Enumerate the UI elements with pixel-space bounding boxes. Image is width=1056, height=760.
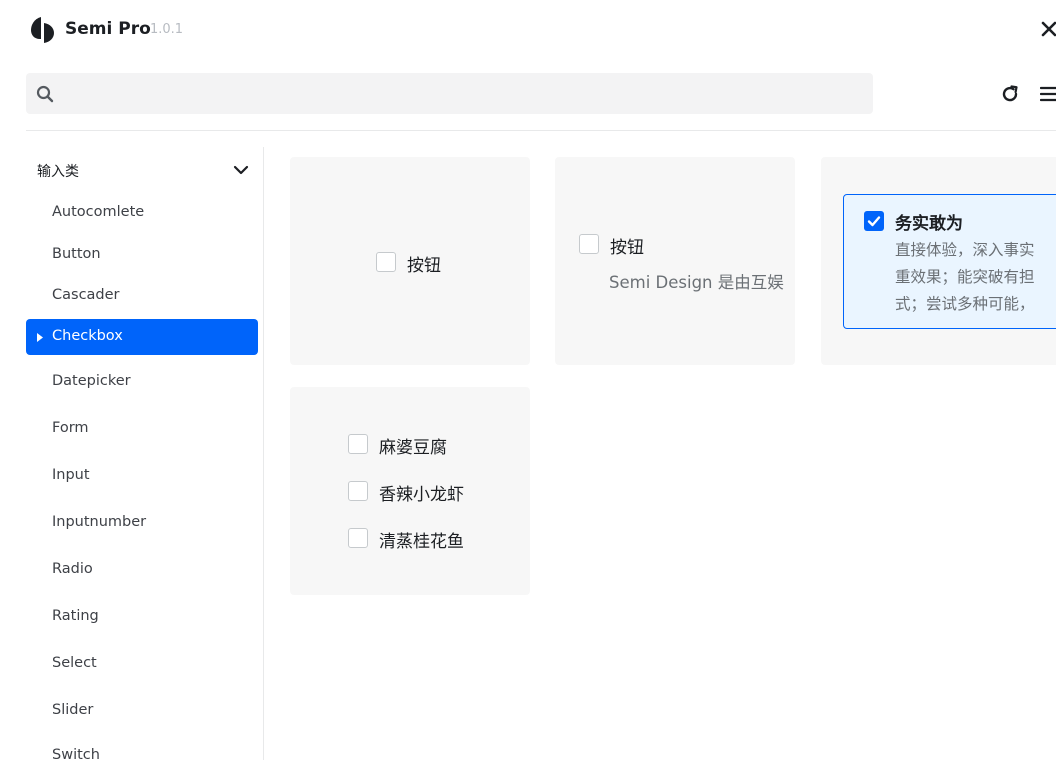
check-icon [867, 216, 881, 227]
checkbox-card-checked[interactable] [864, 211, 884, 231]
app-version: 1.0.1 [150, 22, 184, 37]
app-header: Semi Pro 1.0.1 [0, 0, 1056, 60]
sidebar-item-label: Slider [52, 702, 94, 718]
demo-card-group: 麻婆豆腐 香辣小龙虾 清蒸桂花鱼 [290, 387, 530, 595]
checkbox-group-option[interactable] [348, 481, 368, 501]
header-divider [26, 130, 1056, 131]
sidebar-item-radio[interactable]: Radio [26, 552, 258, 588]
app-name: Semi Pro [65, 19, 151, 39]
sidebar-item-label: Select [52, 655, 97, 671]
checkbox-with-description[interactable] [579, 234, 599, 254]
sidebar-item-autocomplete[interactable]: Autocomlete [26, 195, 258, 231]
checkbox-group-option-label[interactable]: 香辣小龙虾 [379, 480, 464, 505]
sidebar-item-label: Cascader [52, 287, 120, 303]
sidebar-item-cascader[interactable]: Cascader [26, 278, 258, 314]
sidebar-item-form[interactable]: Form [26, 411, 258, 447]
sidebar-item-datepicker[interactable]: Datepicker [26, 364, 258, 400]
sidebar-item-label: Autocomlete [52, 204, 145, 220]
chevron-down-icon[interactable] [232, 163, 250, 177]
menu-icon[interactable] [1040, 85, 1056, 103]
checkbox-basic-label[interactable]: 按钮 [407, 251, 441, 276]
sidebar-item-label: Input [52, 467, 90, 483]
sidebar-item-label: Checkbox [52, 328, 123, 344]
sidebar-item-rating[interactable]: Rating [26, 599, 258, 635]
demo-card-card-style-bg: 务实敢为 直接体验，深入事实 重效果；能突破有担 式；尝试多种可能， [821, 157, 1056, 365]
sidebar-item-label: Button [52, 246, 101, 262]
sidebar-item-slider[interactable]: Slider [26, 693, 258, 729]
checkbox-card-desc-line: 式；尝试多种可能， [895, 295, 1035, 313]
sidebar-item-label: Form [52, 420, 89, 436]
sidebar-item-input[interactable]: Input [26, 458, 258, 494]
sidebar-item-switch[interactable]: Switch [26, 738, 258, 760]
sidebar-item-label: Datepicker [52, 373, 131, 389]
sidebar-group-title: 输入类 [37, 164, 79, 180]
caret-right-icon [37, 333, 43, 342]
checkbox-group-option[interactable] [348, 434, 368, 454]
refresh-icon[interactable] [1000, 84, 1020, 104]
sidebar-item-button[interactable]: Button [26, 237, 258, 273]
checkbox-group-option-label[interactable]: 清蒸桂花鱼 [379, 527, 464, 552]
semi-logo-icon [31, 17, 54, 43]
sidebar-item-label: Radio [52, 561, 93, 577]
checkbox-group-option-label[interactable]: 麻婆豆腐 [379, 433, 447, 458]
search-input[interactable] [62, 73, 862, 114]
sidebar-item-checkbox[interactable]: Checkbox [26, 319, 258, 355]
sidebar-item-select[interactable]: Select [26, 646, 258, 682]
checkbox-description: Semi Design 是由互娱 [609, 273, 784, 292]
checkbox-with-description-label[interactable]: 按钮 [610, 233, 644, 258]
checkbox-group-option[interactable] [348, 528, 368, 548]
sidebar: 输入类 Autocomlete Button Cascader Checkbox… [0, 147, 264, 760]
sidebar-item-inputnumber[interactable]: Inputnumber [26, 505, 258, 541]
checkbox-card[interactable]: 务实敢为 直接体验，深入事实 重效果；能突破有担 式；尝试多种可能， [843, 194, 1056, 329]
sidebar-item-label: Inputnumber [52, 514, 147, 530]
demo-card-with-description: 按钮 Semi Design 是由互娱 [555, 157, 795, 365]
checkbox-card-desc-line: 重效果；能突破有担 [895, 268, 1035, 286]
sidebar-item-label: Switch [52, 747, 100, 760]
checkbox-card-desc-line: 直接体验，深入事实 [895, 241, 1035, 259]
checkbox-basic[interactable] [376, 252, 396, 272]
close-icon[interactable] [1040, 18, 1056, 40]
search-box[interactable] [26, 73, 873, 114]
demo-card-basic: 按钮 [290, 157, 530, 365]
checkbox-card-title: 务实敢为 [895, 214, 963, 234]
demo-card-card-style: 务实敢为 直接体验，深入事实 重效果；能突破有担 式；尝试多种可能， [821, 157, 1056, 365]
search-icon [36, 85, 54, 103]
sidebar-item-label: Rating [52, 608, 99, 624]
